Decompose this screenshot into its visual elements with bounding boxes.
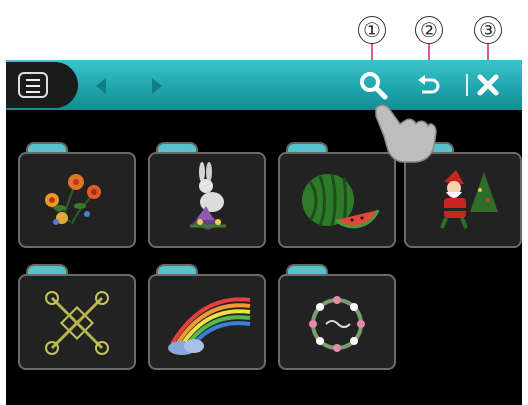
folder-wreath[interactable] (278, 264, 396, 372)
wreath-design-icon (309, 296, 365, 352)
watermelon-design-icon (302, 173, 380, 229)
folder-ornament[interactable] (18, 264, 136, 372)
pointing-hand-icon (375, 104, 437, 163)
toolbar-separator (466, 74, 468, 96)
left-arrow-icon[interactable] (90, 74, 114, 98)
callout-1: ① (358, 16, 386, 44)
right-arrow-icon[interactable] (144, 74, 168, 98)
search-icon[interactable] (358, 70, 388, 100)
callout-2: ② (415, 16, 443, 44)
folder-rabbit[interactable] (148, 142, 266, 250)
device-screen (6, 60, 522, 405)
toolbar (6, 60, 522, 110)
santa-design-icon (440, 170, 498, 229)
flowers-design-icon (45, 174, 101, 225)
menu-icon (18, 72, 48, 98)
undo-icon[interactable] (416, 73, 442, 97)
folder-rainbow[interactable] (148, 264, 266, 372)
ornament-design-icon (45, 291, 109, 355)
close-icon[interactable] (476, 73, 500, 97)
folder-flowers[interactable] (18, 142, 136, 250)
rainbow-design-icon (168, 297, 251, 355)
callout-3: ③ (474, 16, 502, 44)
menu-button[interactable] (6, 62, 78, 108)
rabbit-design-icon (190, 162, 226, 230)
